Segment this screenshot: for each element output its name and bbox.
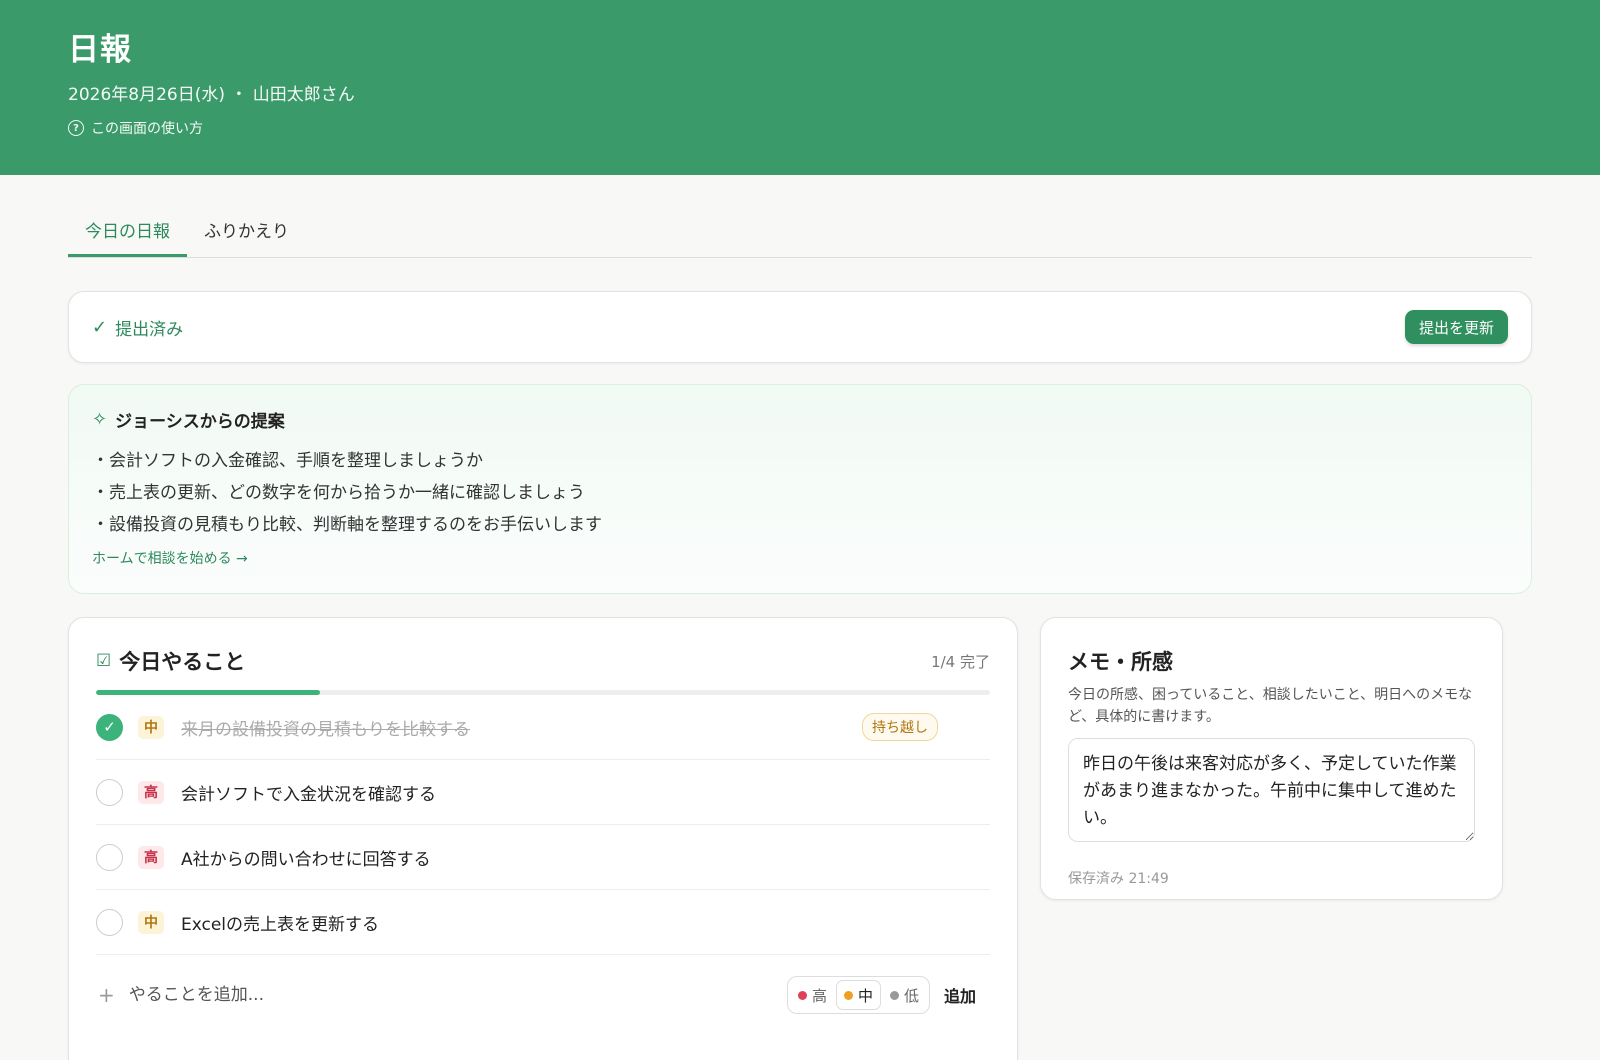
memo-saved-status: 保存済み 21:49 [1068,871,1169,887]
todo-progress-bar [96,690,990,695]
todo-count: 1/4 完了 [931,652,990,671]
task-row: ✓ 中 来月の設備投資の見積もりを比較する 持ち越し [96,695,990,760]
task-checkbox[interactable] [96,778,123,806]
task-checkbox[interactable]: ✓ [96,713,123,741]
submission-status: ✓ 提出済み [92,315,183,340]
sparkle-icon: ✧ [92,409,108,430]
memo-card: メモ・所感 今日の所感、困っていること、相談したいこと、明日へのメモなど、具体的… [1040,617,1503,900]
suggestion-title-label: ジョーシスからの提案 [115,412,285,432]
submission-status-card: ✓ 提出済み 提出を更新 [68,291,1532,363]
page-subtitle: 2026年8月26日(水) ・ 山田太郎さん [68,85,355,105]
help-link-label: この画面の使い方 [91,121,203,137]
add-task-button[interactable]: 追加 [944,983,976,1007]
todo-card: ☑ 今日やること 1/4 完了 ✓ 中 来月の設備投資の見積もりを比較する 持ち… [68,617,1018,1060]
priority-badge: 高 [138,780,164,804]
suggestion-title: ✧ ジョーシスからの提案 [92,407,1508,432]
priority-dot-icon [843,990,853,1000]
priority-dot-icon [889,990,899,1000]
suggestion-list: ・会計ソフトの入金確認、手順を整理しましょうか ・売上表の更新、どの数字を何から… [92,445,1508,541]
checklist-icon: ☑ [96,651,112,671]
memo-description: 今日の所感、困っていること、相談したいこと、明日へのメモなど、具体的に書けます。 [1068,687,1473,725]
tab-reflection[interactable]: ふりかえり [187,209,306,257]
content-row: ☑ 今日やること 1/4 完了 ✓ 中 来月の設備投資の見積もりを比較する 持ち… [68,617,1532,1060]
suggestion-item: ・設備投資の見積もり比較、判断軸を整理するのをお手伝いします [92,515,602,535]
todo-title: ☑ 今日やること [96,646,245,676]
task-checkbox[interactable] [96,843,123,871]
task-text[interactable]: 来月の設備投資の見積もりを比較する [181,715,862,740]
suggestion-item: ・売上表の更新、どの数字を何から拾うか一緒に確認しましょう [92,483,585,503]
carryover-badge: 持ち越し [862,713,938,741]
todo-progress-fill [96,690,320,695]
priority-selector: 高 中 低 [786,976,930,1014]
priority-badge: 高 [138,845,164,869]
help-link[interactable]: ? この画面の使い方 [68,118,1532,138]
priority-badge: 中 [138,910,164,934]
check-icon: ✓ [92,316,108,338]
task-row: 中 Excelの売上表を更新する [96,890,990,955]
task-checkbox[interactable] [96,908,123,936]
priority-option-label: 中 [857,986,873,1005]
priority-badge: 中 [138,715,164,739]
task-text[interactable]: 会計ソフトで入金状況を確認する [181,780,990,805]
main-content: 今日の日報 ふりかえり ✓ 提出済み 提出を更新 ✧ ジョーシスからの提案 ・会… [0,209,1600,1060]
page-header: 日報 2026年8月26日(水) ・ 山田太郎さん ? この画面の使い方 [0,0,1600,175]
memo-title: メモ・所感 [1068,650,1173,674]
priority-option-mid[interactable]: 中 [835,980,881,1010]
priority-option-label: 低 [903,986,919,1005]
priority-option-low[interactable]: 低 [883,980,926,1010]
task-text[interactable]: A社からの問い合わせに回答する [181,845,990,870]
tab-bar: 今日の日報 ふりかえり [68,209,1532,258]
tab-today-report[interactable]: 今日の日報 [68,209,187,257]
priority-option-high[interactable]: 高 [791,980,834,1010]
add-task-input[interactable] [128,985,787,1005]
question-circle-icon: ? [68,120,84,136]
priority-option-label: 高 [811,986,827,1005]
start-consultation-link[interactable]: ホームで相談を始める → [92,548,248,568]
task-text[interactable]: Excelの売上表を更新する [181,910,990,935]
todo-title-label: 今日やること [119,650,246,674]
submission-status-label: 提出済み [115,319,184,340]
todo-header: ☑ 今日やること 1/4 完了 [96,646,990,676]
memo-textarea[interactable]: 昨日の午後は来客対応が多く、予定していた作業があまり進まなかった。午前中に集中し… [1068,738,1475,842]
add-task-row: + 高 中 低 追加 [96,955,990,1035]
update-submission-button[interactable]: 提出を更新 [1404,310,1508,344]
suggestion-item: ・会計ソフトの入金確認、手順を整理しましょうか [92,451,483,471]
task-row: 高 会計ソフトで入金状況を確認する [96,760,990,825]
task-row: 高 A社からの問い合わせに回答する [96,825,990,890]
page-title: 日報 [68,32,132,68]
suggestion-card: ✧ ジョーシスからの提案 ・会計ソフトの入金確認、手順を整理しましょうか ・売上… [68,384,1532,594]
plus-icon: + [98,983,115,1007]
priority-dot-icon [797,990,807,1000]
